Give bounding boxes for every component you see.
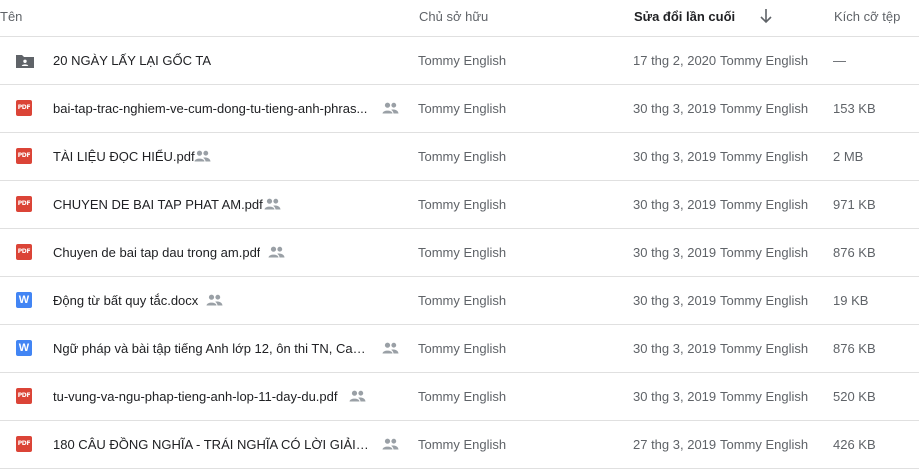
shared-users-icon [382,438,399,450]
owner-name: Tommy English [418,341,507,356]
list-header: Tên Chủ sở hữu Sửa đổi lần cuối Kích cỡ … [0,0,919,37]
last-modified-by: Tommy English [720,293,809,308]
column-header-file-size[interactable]: Kích cỡ tệp [834,9,900,24]
word-file-icon: W [16,292,32,308]
file-row[interactable]: PDF CHUYEN DE BAI TAP PHAT AM.pdf Tommy … [0,181,919,229]
pdf-file-icon: PDF [16,388,32,404]
shared-users-icon [206,294,223,306]
file-size: 971 KB [833,197,876,212]
shared-folder-icon [16,55,34,68]
last-modified-by: Tommy English [720,389,809,404]
pdf-file-icon: PDF [16,244,32,260]
pdf-file-icon: PDF [16,148,32,164]
shared-users-icon [194,150,211,162]
last-modified-by: Tommy English [720,101,809,116]
file-size: 876 KB [833,245,876,260]
file-name[interactable]: Chuyen de bai tap dau trong am.pdf [53,245,260,260]
file-name[interactable]: Ngữ pháp và bài tập tiếng Anh lớp 12, ôn… [53,341,371,356]
shared-users-icon [382,342,399,354]
file-name[interactable]: Động từ bất quy tắc.docx [53,293,198,308]
column-header-last-modified[interactable]: Sửa đổi lần cuối [634,9,735,24]
file-name[interactable]: bai-tap-trac-nghiem-ve-cum-dong-tu-tieng… [53,101,367,116]
last-modified-by: Tommy English [720,245,809,260]
file-name[interactable]: tu-vung-va-ngu-phap-tieng-anh-lop-11-day… [53,389,338,404]
file-row[interactable]: W Ngữ pháp và bài tập tiếng Anh lớp 12, … [0,325,919,373]
file-row[interactable]: PDF bai-tap-trac-nghiem-ve-cum-dong-tu-t… [0,85,919,133]
file-size: 19 KB [833,293,869,308]
owner-name: Tommy English [418,389,507,404]
last-modified-date: 30 thg 3, 2019 [633,101,717,116]
file-row[interactable]: PDF tu-vung-va-ngu-phap-tieng-anh-lop-11… [0,373,919,421]
shared-users-icon [264,198,281,210]
pdf-file-icon: PDF [16,100,32,116]
owner-name: Tommy English [418,293,507,308]
pdf-file-icon: PDF [16,196,32,212]
last-modified-date: 30 thg 3, 2019 [633,389,717,404]
file-row[interactable]: W Động từ bất quy tắc.docx Tommy English… [0,277,919,325]
owner-name: Tommy English [418,197,507,212]
last-modified-date: 30 thg 3, 2019 [633,341,717,356]
file-name[interactable]: CHUYEN DE BAI TAP PHAT AM.pdf [53,197,263,212]
file-size: 2 MB [833,149,864,164]
file-list: Tên Chủ sở hữu Sửa đổi lần cuối Kích cỡ … [0,0,919,469]
last-modified-date: 30 thg 3, 2019 [633,197,717,212]
last-modified-date: 30 thg 3, 2019 [633,149,717,164]
file-size: 876 KB [833,341,876,356]
file-size: 426 KB [833,437,876,452]
file-size: 153 KB [833,101,876,116]
last-modified-by: Tommy English [720,341,809,356]
last-modified-date: 30 thg 3, 2019 [633,293,717,308]
file-row[interactable]: PDF Chuyen de bai tap dau trong am.pdf T… [0,229,919,277]
file-name[interactable]: 180 CÂU ĐỒNG NGHĨA - TRÁI NGHĨA CÓ LỜI G… [53,437,371,452]
file-name[interactable]: 20 NGÀY LẤY LẠI GỐC TA [53,53,211,68]
shared-users-icon [349,390,366,402]
shared-users-icon [382,102,399,114]
arrow-down-icon[interactable] [758,7,774,25]
last-modified-date: 30 thg 3, 2019 [633,245,717,260]
file-row[interactable]: PDF TÀI LIỆU ĐỌC HIỂU.pdf Tommy English … [0,133,919,181]
owner-name: Tommy English [418,101,507,116]
column-header-name[interactable]: Tên [0,9,22,24]
last-modified-by: Tommy English [720,437,809,452]
last-modified-date: 27 thg 3, 2019 [633,437,717,452]
file-rows: 20 NGÀY LẤY LẠI GỐC TA Tommy English 17 … [0,37,919,469]
column-header-owner[interactable]: Chủ sở hữu [419,9,488,24]
pdf-file-icon: PDF [16,436,32,452]
file-size: — [833,53,846,68]
file-row[interactable]: 20 NGÀY LẤY LẠI GỐC TA Tommy English 17 … [0,37,919,85]
shared-users-icon [268,246,285,258]
owner-name: Tommy English [418,149,507,164]
last-modified-by: Tommy English [720,149,809,164]
last-modified-by: Tommy English [720,197,809,212]
owner-name: Tommy English [418,53,507,68]
owner-name: Tommy English [418,245,507,260]
last-modified-by: Tommy English [720,53,809,68]
file-size: 520 KB [833,389,876,404]
owner-name: Tommy English [418,437,507,452]
file-row[interactable]: PDF 180 CÂU ĐỒNG NGHĨA - TRÁI NGHĨA CÓ L… [0,421,919,469]
last-modified-date: 17 thg 2, 2020 [633,53,717,68]
file-name[interactable]: TÀI LIỆU ĐỌC HIỂU.pdf [53,149,195,164]
word-file-icon: W [16,340,32,356]
